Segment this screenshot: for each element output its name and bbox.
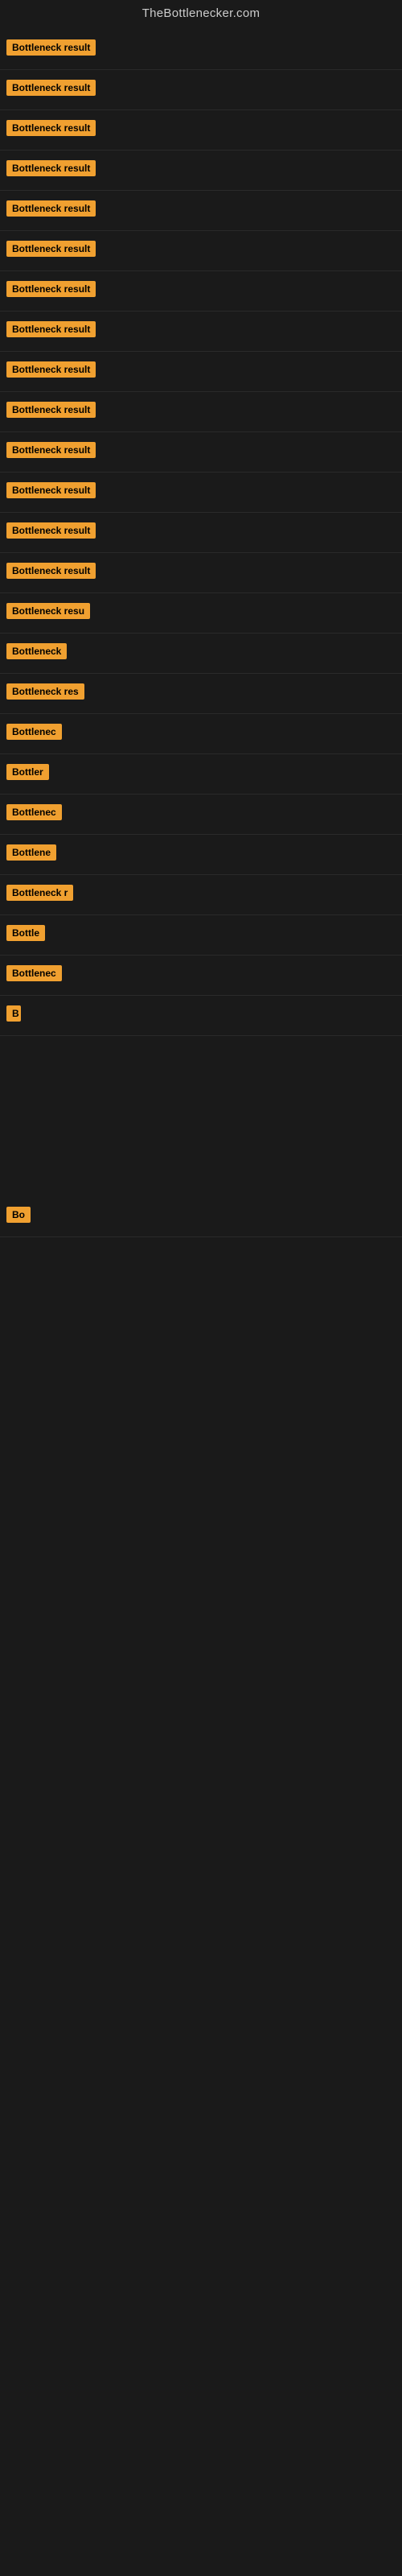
list-item: B	[0, 996, 402, 1036]
list-item: Bottleneck result	[0, 70, 402, 110]
page-wrapper: TheBottlenecker.com Bottleneck result Bo…	[0, 0, 402, 1591]
bottleneck-badge[interactable]: Bottleneck result	[6, 442, 96, 458]
list-item: Bottleneck resu	[0, 593, 402, 634]
bottleneck-badge[interactable]: Bottleneck result	[6, 241, 96, 257]
bottleneck-badge[interactable]: Bottlenec	[6, 724, 62, 740]
list-item: Bottleneck result	[0, 191, 402, 231]
list-item: Bottleneck res	[0, 674, 402, 714]
bottleneck-badge[interactable]: Bottleneck result	[6, 522, 96, 539]
list-item: Bo	[0, 1197, 402, 1237]
site-header: TheBottlenecker.com	[0, 0, 402, 30]
bottleneck-badge[interactable]: Bottlenec	[6, 965, 62, 981]
list-item: Bottleneck result	[0, 231, 402, 271]
list-item: Bottleneck result	[0, 271, 402, 312]
list-item: Bottlene	[0, 835, 402, 875]
list-item: Bottlenec	[0, 956, 402, 996]
list-item: Bottleneck result	[0, 392, 402, 432]
list-item: Bottleneck r	[0, 875, 402, 915]
bottleneck-badge[interactable]: Bo	[6, 1207, 31, 1223]
bottleneck-list: Bottleneck result Bottleneck result Bott…	[0, 30, 402, 1591]
bottleneck-badge[interactable]: Bottleneck result	[6, 120, 96, 136]
list-item: Bottleneck result	[0, 553, 402, 593]
spacer-bottom2	[0, 1398, 402, 1559]
bottleneck-badge[interactable]: Bottleneck r	[6, 885, 73, 901]
list-item: Bottleneck result	[0, 110, 402, 151]
bottleneck-badge[interactable]: Bottleneck result	[6, 80, 96, 96]
bottleneck-badge[interactable]: B	[6, 1005, 21, 1022]
list-item: Bottlenec	[0, 795, 402, 835]
list-item: Bottleneck result	[0, 513, 402, 553]
list-item: Bottleneck result	[0, 432, 402, 473]
list-item: Bottler	[0, 754, 402, 795]
bottleneck-badge[interactable]: Bottleneck result	[6, 361, 96, 378]
list-item: Bottleneck	[0, 634, 402, 674]
list-item: Bottle	[0, 915, 402, 956]
bottleneck-badge[interactable]: Bottleneck result	[6, 281, 96, 297]
list-item: Bottleneck result	[0, 473, 402, 513]
bottleneck-badge[interactable]: Bottleneck result	[6, 200, 96, 217]
spacer-bottom	[0, 1237, 402, 1398]
bottleneck-badge[interactable]: Bottleneck res	[6, 683, 84, 700]
bottleneck-badge[interactable]: Bottleneck result	[6, 482, 96, 498]
bottleneck-badge[interactable]: Bottler	[6, 764, 49, 780]
bottleneck-badge[interactable]: Bottleneck result	[6, 402, 96, 418]
bottleneck-badge[interactable]: Bottleneck resu	[6, 603, 90, 619]
bottleneck-badge[interactable]: Bottleneck result	[6, 563, 96, 579]
list-item: Bottleneck result	[0, 312, 402, 352]
list-item: Bottleneck result	[0, 30, 402, 70]
bottleneck-badge[interactable]: Bottleneck result	[6, 160, 96, 176]
site-title: TheBottlenecker.com	[142, 6, 260, 20]
list-item: Bottleneck result	[0, 352, 402, 392]
bottleneck-badge[interactable]: Bottlene	[6, 844, 56, 861]
spacer	[0, 1036, 402, 1197]
bottleneck-badge[interactable]: Bottleneck result	[6, 39, 96, 56]
bottleneck-badge[interactable]: Bottleneck result	[6, 321, 96, 337]
list-item: Bottlenec	[0, 714, 402, 754]
bottleneck-badge[interactable]: Bottleneck	[6, 643, 67, 659]
bottleneck-badge[interactable]: Bottle	[6, 925, 45, 941]
list-item: Bottleneck result	[0, 151, 402, 191]
bottleneck-badge[interactable]: Bottlenec	[6, 804, 62, 820]
